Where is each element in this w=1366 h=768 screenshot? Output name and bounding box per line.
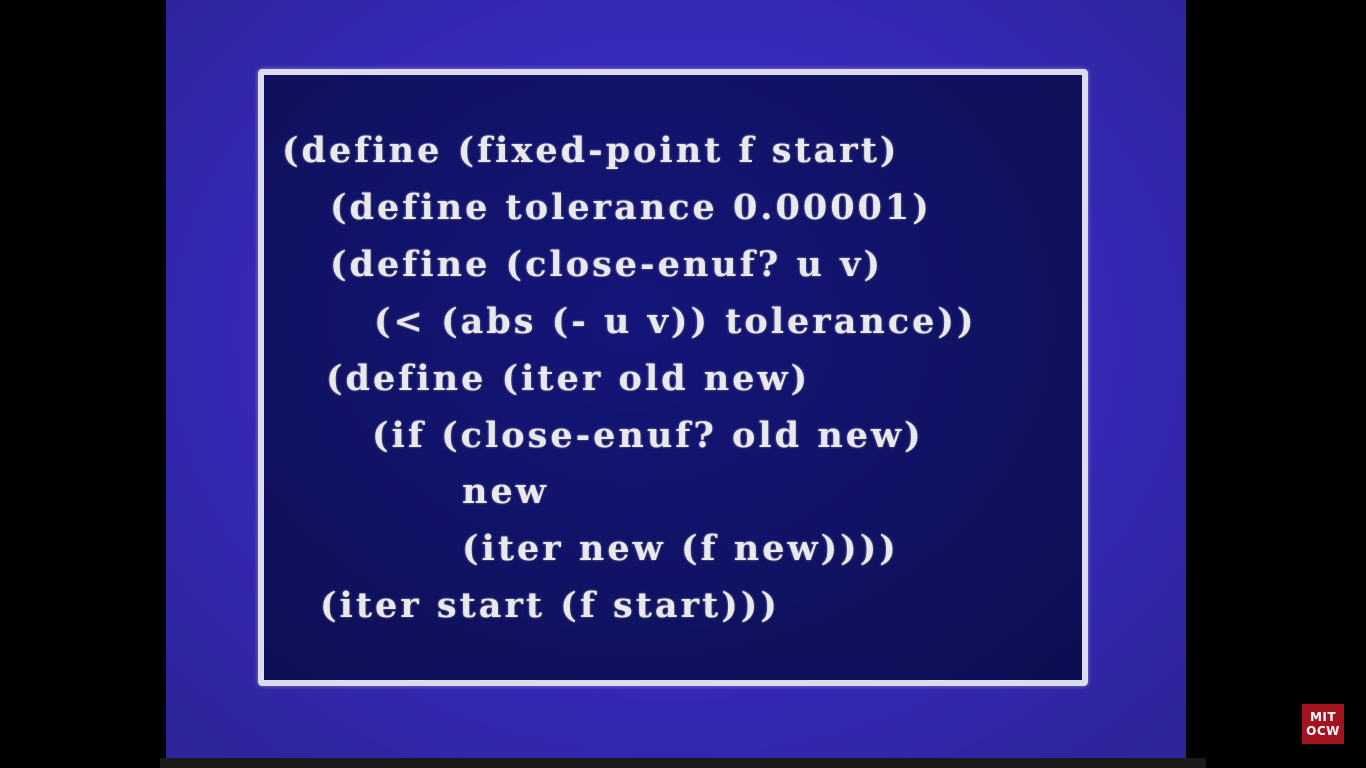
mit-ocw-logo[interactable]: MIT OCW bbox=[1302, 704, 1344, 744]
code-line-1: (define (fixed-point f start) bbox=[282, 130, 900, 171]
code-line-3: (define (close-enuf? u v) bbox=[330, 244, 884, 285]
code-line-4: (< (abs (- u v)) tolerance)) bbox=[374, 301, 977, 342]
code-block: (define (fixed-point f start) (define to… bbox=[264, 75, 1082, 680]
code-line-8: (iter new (f new)))) bbox=[462, 528, 899, 569]
code-line-5: (define (iter old new) bbox=[326, 358, 811, 399]
code-slide: (define (fixed-point f start) (define to… bbox=[258, 69, 1088, 686]
mit-ocw-logo-line2: OCW bbox=[1306, 724, 1340, 738]
video-frame[interactable]: (define (fixed-point f start) (define to… bbox=[0, 0, 1366, 768]
code-line-6: (if (close-enuf? old new) bbox=[372, 415, 924, 456]
code-line-9: (iter start (f start))) bbox=[320, 585, 780, 626]
code-line-2: (define tolerance 0.00001) bbox=[330, 187, 932, 228]
code-line-7: new bbox=[462, 471, 549, 512]
video-progress-bar[interactable] bbox=[160, 758, 1206, 768]
mit-ocw-logo-line1: MIT bbox=[1309, 710, 1337, 724]
